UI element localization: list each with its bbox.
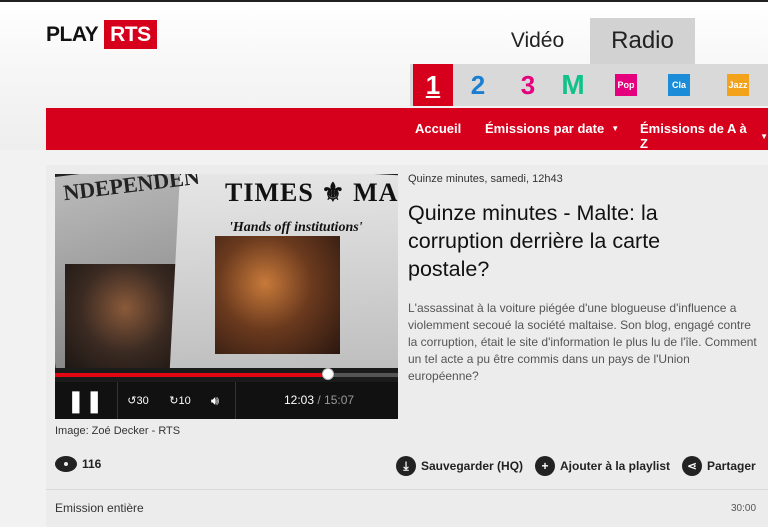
skip-forward-label: 10 [178, 394, 191, 407]
total-time: 15:07 [324, 393, 355, 407]
skip-forward-button[interactable]: ↻ 10 [160, 382, 200, 419]
episode-thumbnail[interactable]: NDEPENDEN TIMES ⚜ MALTA 'Hands off insti… [55, 174, 398, 368]
rewind-icon: ↺ [127, 395, 137, 407]
current-time: 12:03 [284, 393, 315, 407]
pause-icon: ❚❚ [66, 387, 104, 413]
episode-description: L'assassinat à la voiture piégée d'une b… [408, 301, 757, 383]
newspaper-masthead: TIMES ⚜ MALTA [225, 178, 398, 207]
logo-rts-text: RTS [104, 20, 157, 49]
nav-accueil-label: Accueil [415, 121, 462, 136]
progress-bar-played [55, 373, 328, 377]
nav-emissions-par-date[interactable]: Émissions par date ▼ [485, 121, 619, 136]
speaker-icon: 🔊︎ [210, 392, 220, 408]
nav-emissions-a-z[interactable]: Émissions de A à Z ▼ [640, 121, 768, 151]
skip-back-label: 30 [136, 394, 149, 407]
skip-back-button[interactable]: ↺ 30 [118, 382, 158, 419]
chevron-down-icon: ▼ [611, 124, 620, 133]
logo-play-text: PLAY [46, 22, 99, 46]
nav-accueil[interactable]: Accueil [415, 121, 461, 136]
segment-label[interactable]: Emission entière [55, 501, 144, 515]
share-label: Partager [707, 459, 756, 473]
rts-pop-icon[interactable]: Pop [615, 74, 637, 96]
segment-duration: 30:00 [731, 503, 757, 514]
progress-bar-remaining [328, 373, 398, 377]
save-button[interactable]: ⤓ Sauvegarder (HQ) [396, 456, 523, 476]
rts-jazz-icon[interactable]: Jazz [727, 74, 749, 96]
nav-dates-label: Émissions par date [485, 121, 605, 136]
download-icon: ⤓ [396, 456, 416, 476]
pause-button[interactable]: ❚❚ [55, 382, 115, 419]
plus-icon: + [535, 456, 555, 476]
view-count: 116 [55, 456, 101, 472]
channel-espace-2[interactable]: 2 [458, 64, 498, 106]
share-icon: ⋖ [682, 456, 702, 476]
newspaper-photo [215, 236, 340, 354]
channel-couleur-3[interactable]: 3 [508, 64, 548, 106]
add-to-playlist-button[interactable]: + Ajouter à la playlist [535, 456, 670, 476]
rts-classique-icon[interactable]: Cla [668, 74, 690, 96]
view-count-value: 116 [82, 457, 102, 471]
volume-button[interactable]: 🔊︎ [200, 382, 230, 419]
time-display: 12:03 / 15:07 [284, 393, 354, 407]
episode-title: Quinze minutes - Malte: la corruption de… [408, 201, 661, 281]
channel-option-musique[interactable]: M [553, 64, 593, 106]
eye-icon [55, 456, 77, 472]
tab-video[interactable]: Vidéo [485, 18, 590, 64]
play-rts-logo[interactable]: PLAY RTS [46, 20, 157, 49]
save-label: Sauvegarder (HQ) [421, 459, 524, 473]
nav-az-label: Émissions de A à Z [640, 121, 747, 151]
newspaper-headline: 'Hands off institutions' [229, 220, 363, 235]
add-playlist-label: Ajouter à la playlist [560, 459, 671, 473]
divider [46, 489, 768, 490]
image-credit: Image: Zoé Decker - RTS [55, 425, 181, 437]
chevron-down-icon: ▼ [760, 131, 768, 141]
episode-meta: Quinze minutes, samedi, 12h43 [408, 173, 563, 185]
tab-radio[interactable]: Radio [590, 18, 695, 64]
time-separator: / [314, 393, 325, 407]
share-button[interactable]: ⋖ Partager [682, 456, 756, 476]
newspaper-photo [65, 264, 185, 368]
progress-handle[interactable] [322, 368, 334, 380]
divider [235, 382, 236, 419]
channel-la-1ere[interactable]: 1 [413, 64, 453, 106]
forward-icon: ↻ [169, 395, 179, 407]
